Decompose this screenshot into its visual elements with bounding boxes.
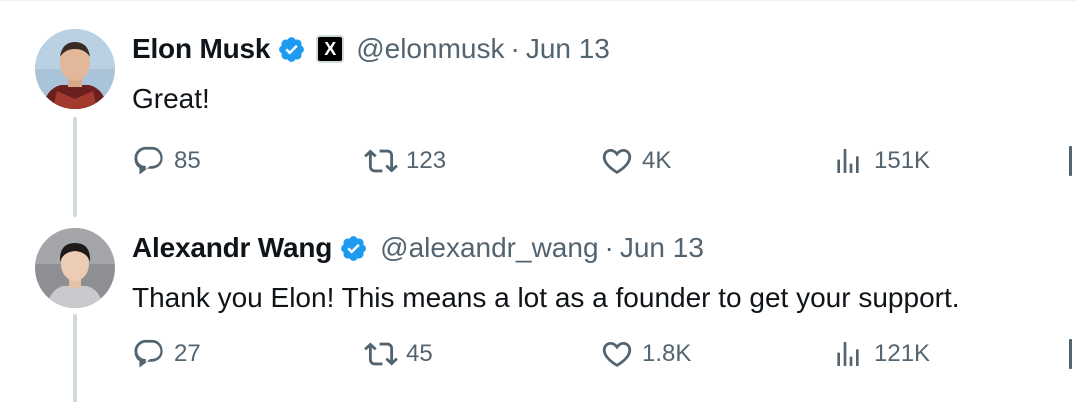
tweet-actions: 27 45 1.8K 121K [132, 334, 1076, 374]
bookmark-icon [1069, 146, 1072, 176]
tweet-header: Alexandr Wang @alexandr_wang · Jun 13 [132, 228, 704, 268]
x-badge-label: X [324, 39, 337, 59]
like-count: 1.8K [642, 340, 692, 367]
like-button[interactable]: 1.8K [600, 334, 691, 374]
thread-line [73, 314, 77, 402]
verified-badge-icon[interactable] [277, 35, 306, 64]
display-name[interactable]: Elon Musk [132, 33, 270, 65]
reply-button[interactable]: 85 [132, 141, 201, 181]
user-handle[interactable]: @alexandr_wang [380, 232, 598, 264]
user-handle[interactable]: @elonmusk [356, 33, 504, 65]
tweet[interactable]: Elon Musk X @elonmusk · Jun 13 Great! 85… [0, 0, 1076, 217]
retweet-icon [364, 342, 398, 366]
views-icon [837, 342, 859, 366]
like-icon [602, 148, 632, 174]
views-icon [837, 149, 859, 173]
reply-icon [134, 146, 163, 175]
separator-dot: · [604, 232, 614, 263]
avatar[interactable] [35, 29, 115, 109]
tweet-date[interactable]: Jun 13 [620, 232, 704, 264]
like-button[interactable]: 4K [600, 141, 671, 181]
retweet-icon [364, 149, 398, 173]
separator-dot: · [510, 33, 520, 64]
views-count: 151K [874, 147, 931, 174]
views-button[interactable]: 151K [832, 141, 930, 181]
tweet-text: Great! [132, 83, 210, 114]
reply-count: 27 [174, 340, 201, 367]
reply-button[interactable]: 27 [132, 334, 201, 374]
display-name[interactable]: Alexandr Wang [132, 232, 332, 264]
tweet-text: Thank you Elon! This means a lot as a fo… [132, 282, 960, 313]
reply-count: 85 [174, 147, 201, 174]
like-count: 4K [642, 147, 672, 174]
like-icon [602, 341, 632, 367]
reply-icon [134, 339, 163, 368]
avatar[interactable] [35, 228, 115, 308]
views-count: 121K [874, 340, 931, 367]
verified-badge-icon[interactable] [339, 234, 368, 263]
tweet-header: Elon Musk X @elonmusk · Jun 13 [132, 29, 610, 69]
tweet[interactable]: Alexandr Wang @alexandr_wang · Jun 13 Th… [0, 210, 1076, 402]
x-affiliation-icon[interactable]: X [316, 35, 345, 63]
bookmark-button[interactable] [1069, 141, 1076, 181]
tweet-date[interactable]: Jun 13 [526, 33, 610, 65]
retweet-count: 45 [406, 340, 433, 367]
thread-line [73, 117, 77, 217]
bookmark-icon [1069, 339, 1072, 369]
bookmark-button[interactable] [1069, 334, 1076, 374]
retweet-button[interactable]: 45 [364, 334, 433, 374]
views-button[interactable]: 121K [832, 334, 930, 374]
retweet-button[interactable]: 123 [364, 141, 446, 181]
tweet-actions: 85 123 4K 151K [132, 141, 1076, 181]
retweet-count: 123 [406, 147, 447, 174]
